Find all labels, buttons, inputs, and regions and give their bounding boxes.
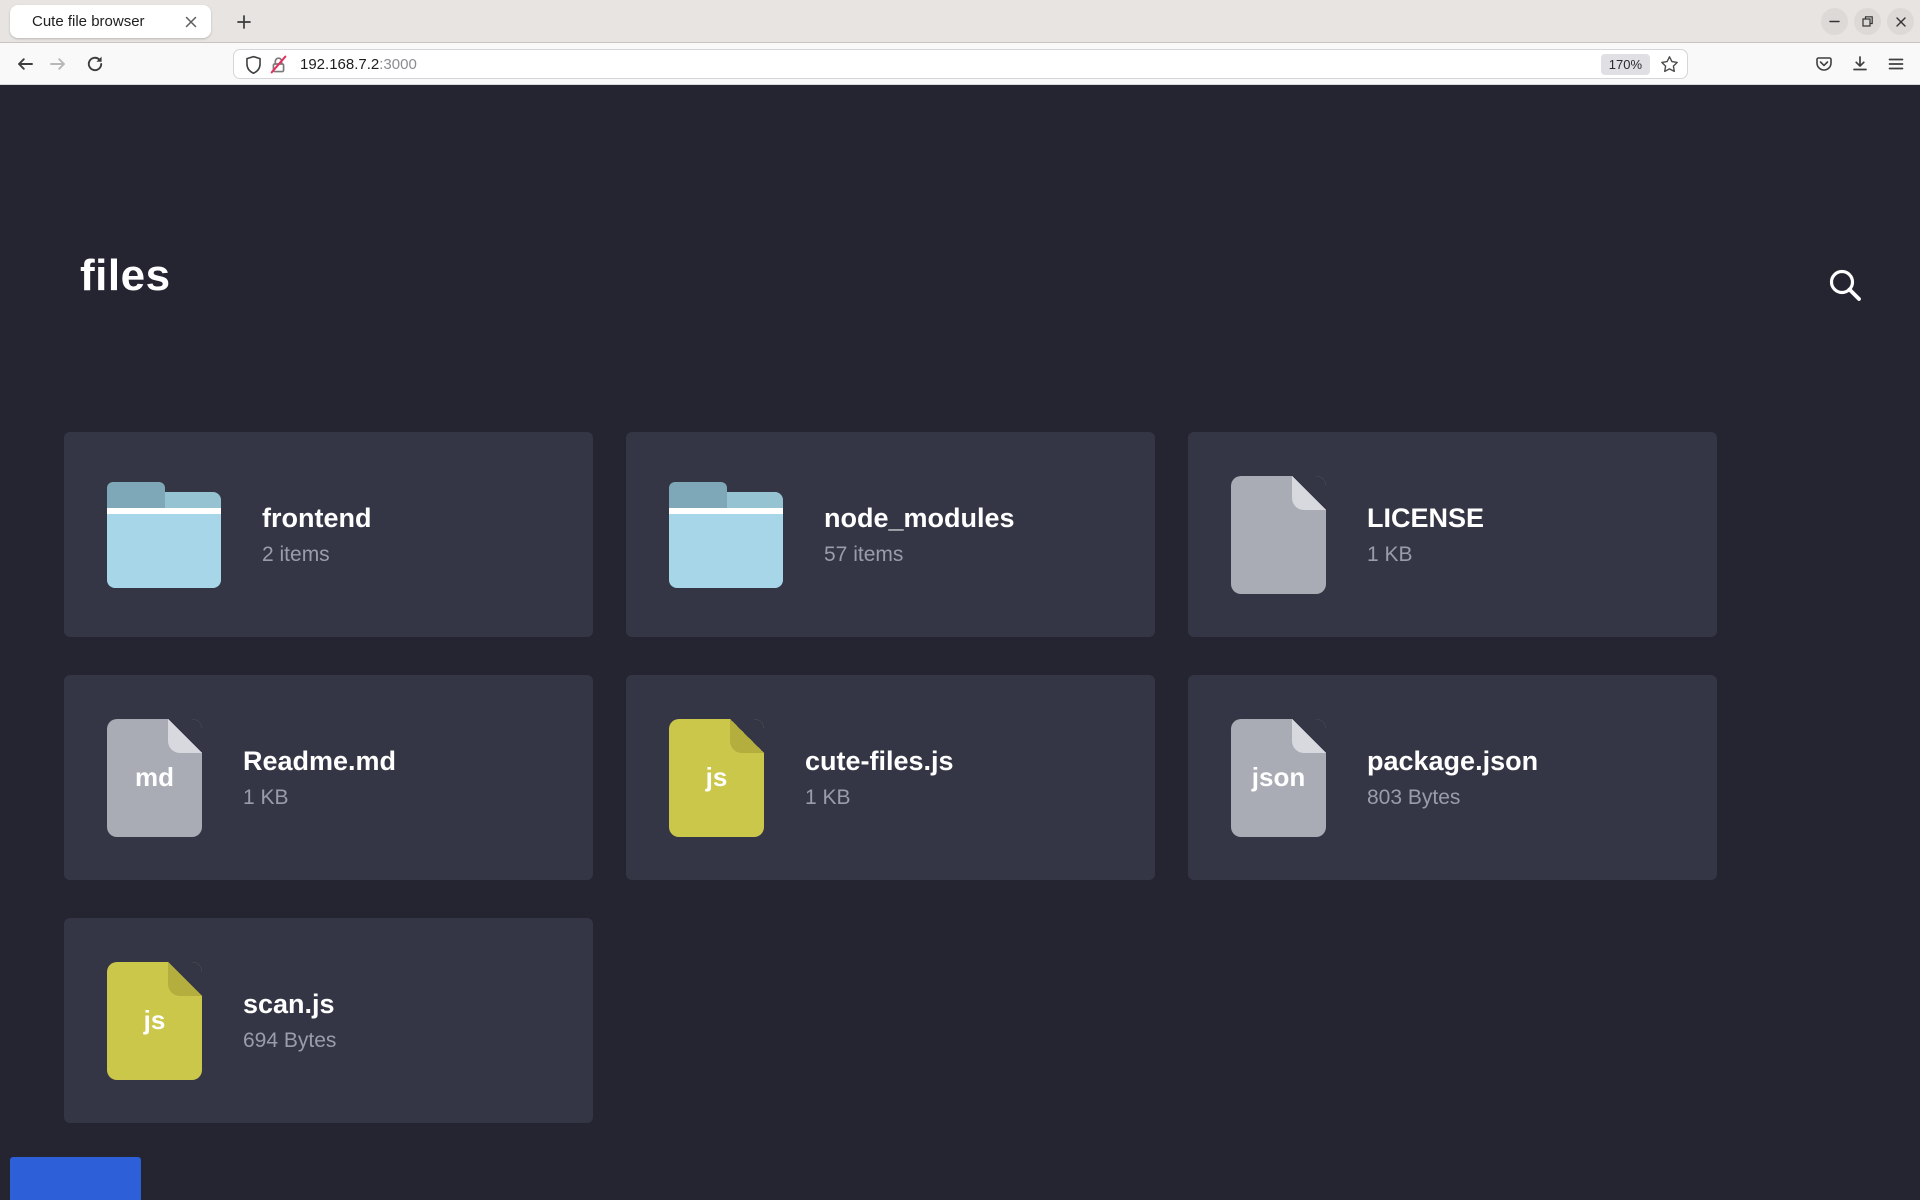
file-meta: 2 items (262, 543, 371, 567)
page-content: files frontend 2 items node_modules 57 i… (0, 85, 1920, 1200)
navigation-toolbar: 192.168.7.2:3000 170% (0, 43, 1920, 85)
toolbar-right-icons (1806, 48, 1914, 80)
file-type-badge: js (706, 762, 728, 793)
window-controls (1821, 8, 1914, 35)
file-type-badge: js (144, 1005, 166, 1036)
file-card[interactable]: node_modules 57 items (626, 432, 1155, 637)
file-meta: 1 KB (243, 786, 396, 810)
pocket-icon[interactable] (1806, 48, 1842, 80)
file-card[interactable]: LICENSE 1 KB (1188, 432, 1717, 637)
back-button[interactable] (7, 48, 43, 80)
file-meta: 694 Bytes (243, 1029, 336, 1053)
minimize-button[interactable] (1821, 8, 1848, 35)
file-icon: json (1231, 719, 1326, 837)
file-name: scan.js (243, 989, 336, 1020)
file-meta: 57 items (824, 543, 1015, 567)
reload-button[interactable] (77, 48, 113, 80)
file-type-badge: md (135, 762, 174, 793)
zoom-level-badge[interactable]: 170% (1601, 54, 1650, 75)
file-name: cute-files.js (805, 746, 954, 777)
folder-icon (669, 482, 783, 588)
file-card[interactable]: js scan.js 694 Bytes (64, 918, 593, 1123)
file-name: LICENSE (1367, 503, 1484, 534)
file-type-badge: json (1252, 762, 1305, 793)
tab-close-icon[interactable] (180, 11, 202, 33)
icon-slot: md (107, 719, 202, 837)
bookmark-star-icon[interactable] (1660, 55, 1679, 74)
insecure-lock-icon[interactable] (269, 55, 288, 74)
file-icon (1231, 476, 1326, 594)
icon-slot: js (669, 719, 764, 837)
file-card[interactable]: json package.json 803 Bytes (1188, 675, 1717, 880)
icon-slot (1231, 476, 1326, 594)
tab-title: Cute file browser (32, 13, 180, 30)
url-port: :3000 (379, 56, 417, 73)
file-meta: 1 KB (1367, 543, 1484, 567)
url-bar[interactable]: 192.168.7.2:3000 170% (233, 49, 1688, 79)
browser-tab[interactable]: Cute file browser (10, 5, 211, 38)
icon-slot (107, 482, 221, 588)
file-card[interactable]: js cute-files.js 1 KB (626, 675, 1155, 880)
file-meta: 1 KB (805, 786, 954, 810)
new-tab-button[interactable] (229, 7, 259, 36)
browser-window: Cute file browser (0, 0, 1920, 1200)
close-button[interactable] (1887, 8, 1914, 35)
file-card[interactable]: md Readme.md 1 KB (64, 675, 593, 880)
folder-icon (107, 482, 221, 588)
file-name: Readme.md (243, 746, 396, 777)
search-button[interactable] (1822, 263, 1868, 309)
file-icon: js (107, 962, 202, 1080)
file-icon: js (669, 719, 764, 837)
icon-slot: json (1231, 719, 1326, 837)
forward-button[interactable] (40, 48, 76, 80)
file-grid: frontend 2 items node_modules 57 items L… (64, 432, 1717, 1123)
file-name: package.json (1367, 746, 1538, 777)
page-title: files (80, 251, 171, 301)
url-host: 192.168.7.2 (300, 56, 379, 73)
shield-icon[interactable] (244, 55, 263, 74)
menu-button[interactable] (1878, 48, 1914, 80)
file-name: frontend (262, 503, 371, 534)
tab-bar: Cute file browser (0, 0, 1920, 43)
icon-slot: js (107, 962, 202, 1080)
restore-button[interactable] (1854, 8, 1881, 35)
downloads-button[interactable] (1842, 48, 1878, 80)
file-name: node_modules (824, 503, 1015, 534)
icon-slot (669, 482, 783, 588)
search-icon (1822, 263, 1868, 309)
file-meta: 803 Bytes (1367, 786, 1538, 810)
bottom-left-blue-box (10, 1157, 141, 1200)
file-icon: md (107, 719, 202, 837)
file-card[interactable]: frontend 2 items (64, 432, 593, 637)
